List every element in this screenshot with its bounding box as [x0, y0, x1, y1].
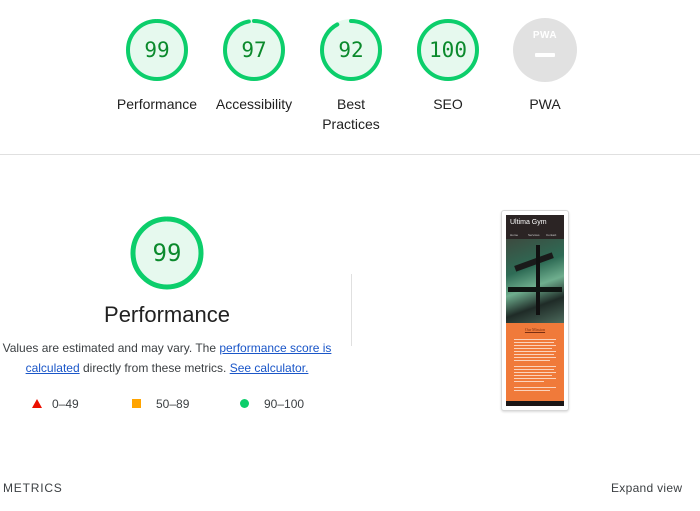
desc-text: directly from these metrics. — [79, 361, 230, 375]
gauge-label: SEO — [433, 96, 463, 112]
text-line — [514, 339, 556, 340]
gauge-score: 99 — [144, 38, 170, 62]
gauge-ring: 99 — [125, 18, 189, 82]
site-nav: Home Services Contact — [510, 233, 560, 237]
legend-average-range: 50–89 — [156, 397, 190, 411]
score-legend: 0–49 50–89 90–100 — [0, 396, 334, 412]
performance-description: Values are estimated and may vary. The p… — [2, 338, 332, 378]
gauge-score: 92 — [338, 38, 364, 62]
legend-pass-range: 90–100 — [264, 397, 305, 411]
site-nav-item: Services — [528, 233, 540, 237]
text-line — [514, 390, 550, 391]
expand-view-toggle[interactable]: Expand view — [611, 481, 682, 495]
hero-shape — [536, 245, 540, 315]
pwa-icon: PWA — [513, 18, 577, 82]
site-mission-section: Our Mission — [506, 323, 564, 401]
text-line — [514, 342, 554, 343]
text-line — [514, 357, 556, 358]
gauge-ring: 100 — [416, 18, 480, 82]
text-line — [514, 345, 556, 346]
square-icon — [132, 399, 141, 408]
hero-shape — [508, 287, 562, 292]
performance-title: Performance — [104, 302, 230, 327]
gauge-score: 97 — [241, 38, 267, 62]
section-divider — [351, 274, 352, 346]
text-line — [514, 351, 556, 352]
site-hero-image — [506, 239, 564, 323]
performance-gauge-large: 99 — [130, 216, 204, 290]
gauge-label: Performance — [116, 96, 198, 112]
text-line — [514, 372, 556, 373]
metrics-header: METRICS — [3, 481, 63, 495]
text-line — [514, 378, 556, 379]
gauge-seo[interactable]: 100 SEO — [403, 18, 493, 114]
see-calculator-link[interactable]: See calculator. — [230, 361, 309, 375]
text-line — [514, 366, 556, 367]
final-screenshot-thumbnail[interactable]: Ultima Gym Home Services Contact Our Mis… — [501, 210, 569, 411]
site-title: Ultima Gym — [510, 219, 547, 226]
site-nav-item: Home — [510, 233, 519, 237]
gauge-ring: 92 — [319, 18, 383, 82]
pwa-dash — [535, 53, 555, 57]
text-line — [514, 354, 554, 355]
hero-shape — [514, 252, 554, 272]
desc-text: Values are estimated and may vary. The — [2, 341, 220, 355]
site-preview: Ultima Gym Home Services Contact Our Mis… — [506, 215, 564, 406]
gauge-score: 100 — [429, 38, 467, 62]
gauge-label: Accessibility — [215, 96, 293, 112]
performance-score: 99 — [152, 239, 182, 267]
gauge-ring: 97 — [222, 18, 286, 82]
site-mission-heading: Our Mission — [524, 327, 546, 332]
gauge-label: PWA — [529, 96, 561, 112]
gauge-best-practices[interactable]: 92 Best Practices — [306, 18, 396, 134]
triangle-icon — [32, 399, 42, 408]
text-line — [514, 387, 556, 388]
circle-icon — [240, 399, 249, 408]
gauge-accessibility[interactable]: 97 Accessibility — [209, 18, 299, 114]
text-line — [514, 369, 554, 370]
site-nav-item: Contact — [546, 233, 557, 237]
gauge-performance[interactable]: 99 Performance — [112, 18, 202, 114]
text-line — [514, 381, 544, 382]
pwa-badge: PWA — [513, 18, 577, 82]
text-line — [514, 360, 550, 361]
legend-fail-range: 0–49 — [52, 397, 79, 411]
gauge-label: Best Practices — [322, 96, 380, 132]
site-footer — [506, 401, 564, 406]
gauge-pwa[interactable]: PWA PWA — [500, 18, 590, 114]
pwa-badge-text: PWA — [532, 30, 558, 41]
text-line — [514, 375, 552, 376]
category-summary: 99 Performance 97 Accessibility 92 Best … — [0, 0, 700, 155]
text-line — [514, 348, 552, 349]
